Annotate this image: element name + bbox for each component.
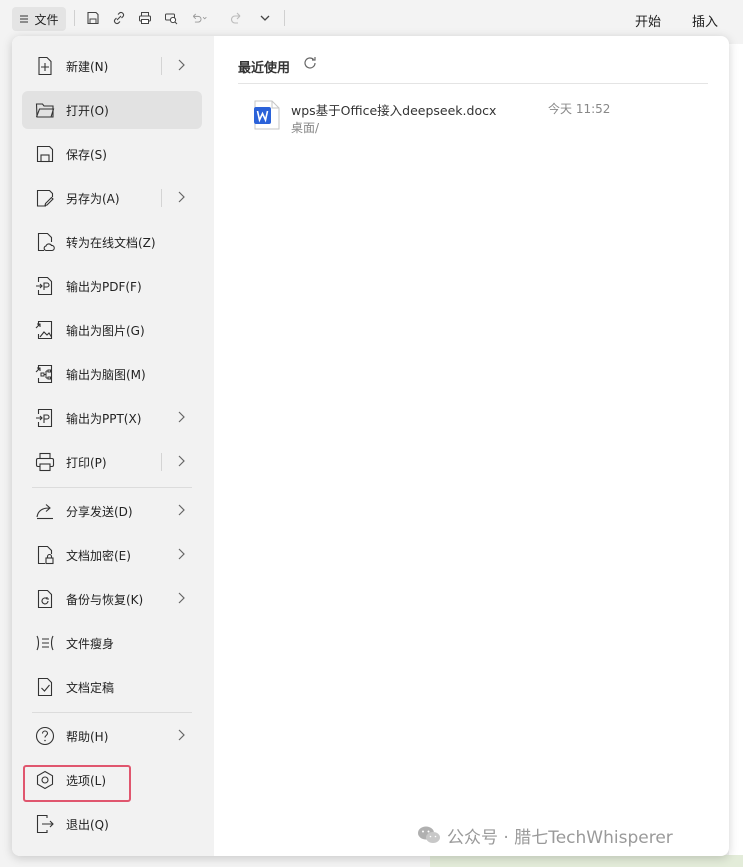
export-image-icon	[35, 320, 55, 340]
share-link-icon[interactable]	[110, 9, 128, 27]
menu-label: 文档加密(E)	[66, 549, 131, 563]
menu-item-new[interactable]: 新建(N)	[22, 47, 202, 85]
save-icon	[35, 144, 55, 164]
menu-label: 文件瘦身	[66, 637, 115, 651]
slim-file-icon	[35, 633, 55, 653]
divider	[161, 453, 162, 471]
menu-label: 新建(N)	[66, 60, 109, 74]
menu-item-export-mindmap[interactable]: 输出为脑图(M)	[22, 355, 202, 393]
chevron-right-icon[interactable]	[174, 547, 188, 561]
finalize-icon	[35, 677, 55, 697]
menu-label: 文档定稿	[66, 681, 115, 695]
menu-item-convert-online[interactable]: 转为在线文档(Z)	[22, 223, 202, 261]
menu-label: 输出为PDF(F)	[66, 280, 142, 294]
export-pdf-icon	[35, 276, 55, 296]
print-icon[interactable]	[136, 9, 154, 27]
divider	[238, 83, 708, 84]
save-as-icon	[35, 188, 55, 208]
menu-item-export-ppt[interactable]: 输出为PPT(X)	[22, 399, 202, 437]
menu-item-share[interactable]: 分享发送(D)	[22, 492, 202, 530]
file-backstage-panel: 新建(N) 打开(O) 保存(S) 另存为(A) 转为在线文档(Z) 输出为PD…	[12, 36, 729, 856]
menu-label: 退出(Q)	[66, 818, 109, 832]
watermark-text: 公众号 · 腊七TechWhisperer	[447, 827, 673, 848]
file-name: wps基于Office接入deepseek.docx	[291, 103, 497, 118]
divider	[161, 189, 162, 207]
menu-label: 输出为PPT(X)	[66, 412, 142, 426]
cloud-document-icon	[35, 232, 55, 252]
encrypt-icon	[35, 545, 55, 565]
word-doc-icon	[254, 100, 280, 130]
menu-item-open[interactable]: 打开(O)	[22, 91, 202, 129]
print-preview-icon[interactable]	[162, 9, 180, 27]
help-icon	[35, 726, 55, 746]
file-path: 桌面/	[291, 121, 320, 135]
menu-item-save-as[interactable]: 另存为(A)	[22, 179, 202, 217]
menu-item-export-image[interactable]: 输出为图片(G)	[22, 311, 202, 349]
menu-group-divider	[32, 487, 192, 488]
menu-label: 另存为(A)	[66, 192, 120, 206]
document-edge	[729, 44, 743, 867]
undo-icon[interactable]	[190, 9, 208, 27]
new-file-icon	[35, 56, 55, 76]
wechat-icon	[417, 825, 441, 845]
chevron-right-icon[interactable]	[174, 58, 188, 72]
menu-label: 帮助(H)	[66, 730, 109, 744]
redo-icon[interactable]	[228, 9, 246, 27]
tab-insert[interactable]: 插入	[692, 11, 718, 30]
divider	[161, 57, 162, 75]
toolbar-divider	[284, 10, 285, 26]
menu-label: 输出为图片(G)	[66, 324, 145, 338]
file-menu-sidebar: 新建(N) 打开(O) 保存(S) 另存为(A) 转为在线文档(Z) 输出为PD…	[12, 36, 214, 856]
menu-group-divider	[32, 712, 192, 713]
refresh-icon[interactable]	[302, 55, 318, 71]
menu-item-finalize[interactable]: 文档定稿	[22, 668, 202, 706]
chevron-right-icon[interactable]	[174, 591, 188, 605]
exit-icon	[35, 814, 55, 834]
printer-icon	[35, 452, 55, 472]
export-ppt-icon	[35, 408, 55, 428]
quick-access-toolbar: 文件 开始 插入	[0, 0, 743, 36]
chevron-right-icon[interactable]	[174, 503, 188, 517]
menu-item-print[interactable]: 打印(P)	[22, 443, 202, 481]
menu-label: 输出为脑图(M)	[66, 368, 146, 382]
menu-item-encrypt[interactable]: 文档加密(E)	[22, 536, 202, 574]
document-background	[430, 855, 743, 867]
share-icon	[35, 501, 55, 521]
tab-home[interactable]: 开始	[635, 11, 661, 30]
menu-label: 分享发送(D)	[66, 505, 133, 519]
menu-item-help[interactable]: 帮助(H)	[22, 717, 202, 755]
export-mindmap-icon	[35, 364, 55, 384]
file-time: 今天 11:52	[548, 102, 611, 116]
menu-label: 打开(O)	[66, 104, 109, 118]
menu-label: 打印(P)	[66, 456, 107, 470]
toolbar-divider	[74, 10, 75, 26]
chevron-down-icon[interactable]	[256, 9, 274, 27]
chevron-right-icon[interactable]	[174, 410, 188, 424]
menu-item-exit[interactable]: 退出(Q)	[22, 805, 202, 843]
backup-icon	[35, 589, 55, 609]
chevron-right-icon[interactable]	[174, 454, 188, 468]
save-icon[interactable]	[84, 9, 102, 27]
chevron-right-icon[interactable]	[174, 728, 188, 742]
chevron-right-icon[interactable]	[174, 190, 188, 204]
menu-label: 备份与恢复(K)	[66, 593, 144, 607]
menu-item-save[interactable]: 保存(S)	[22, 135, 202, 173]
options-highlight-box	[23, 765, 131, 802]
watermark: 公众号 · 腊七TechWhisperer	[417, 823, 673, 848]
menu-item-backup[interactable]: 备份与恢复(K)	[22, 580, 202, 618]
open-folder-icon	[35, 100, 55, 120]
menu-label: 保存(S)	[66, 148, 107, 162]
recent-file-item[interactable]: wps基于Office接入deepseek.docx 桌面/ 今天 11:52	[238, 94, 708, 140]
file-menu-label: 文件	[34, 12, 59, 27]
recent-files-title: 最近使用	[238, 61, 291, 76]
menu-item-slim-file[interactable]: 文件瘦身	[22, 624, 202, 662]
file-menu-button[interactable]: 文件	[12, 7, 66, 31]
menu-item-export-pdf[interactable]: 输出为PDF(F)	[22, 267, 202, 305]
menu-label: 转为在线文档(Z)	[66, 236, 156, 250]
hamburger-icon	[19, 14, 29, 24]
